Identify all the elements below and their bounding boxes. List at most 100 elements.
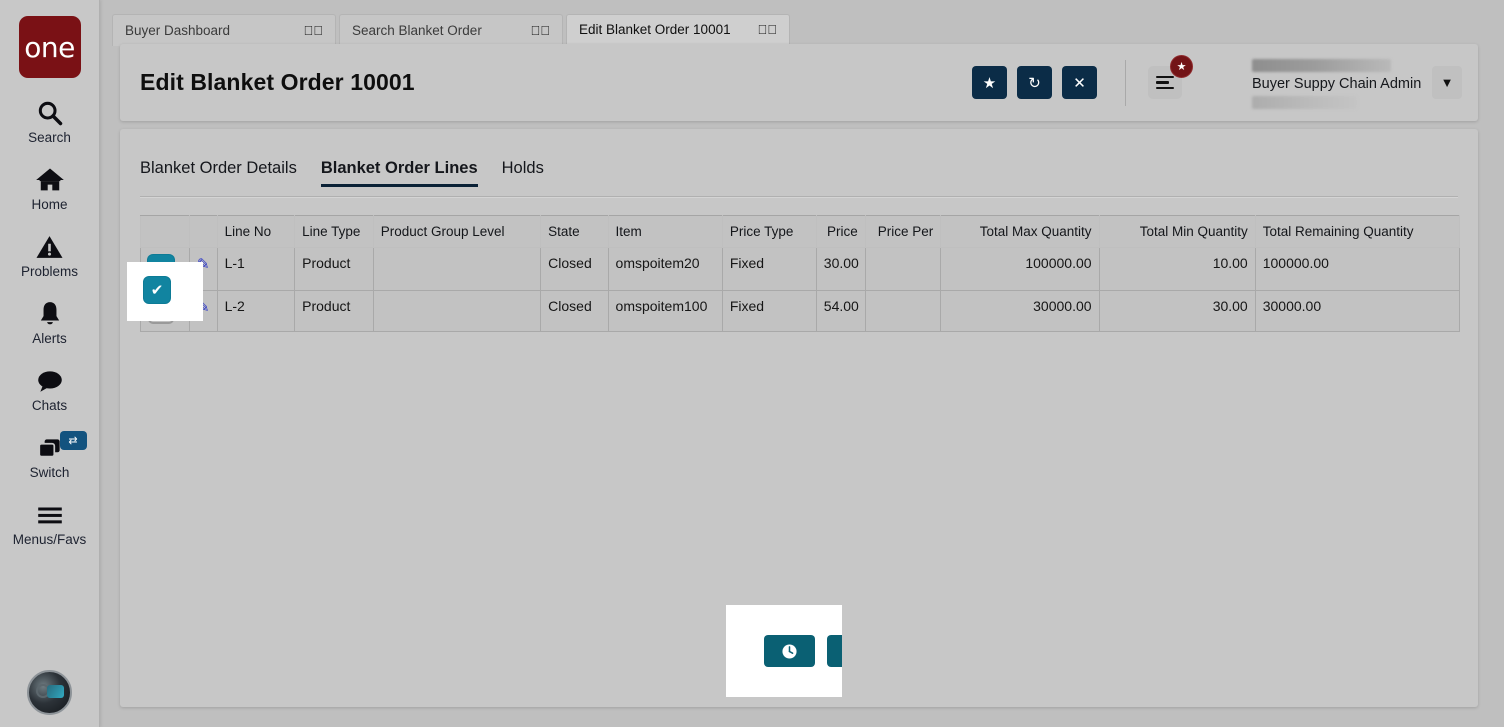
- tab-search-blanket-order[interactable]: Search Blanket Order ✖⃝: [339, 14, 563, 46]
- rail-label: Problems: [20, 264, 79, 279]
- cell-price-type: Fixed: [721, 290, 817, 332]
- rail-item-alerts[interactable]: Alerts: [0, 299, 100, 346]
- cell-line-type: Product: [294, 290, 374, 332]
- list-menu-button[interactable]: ★: [1148, 55, 1193, 99]
- redacted-bar-bottom: [1252, 95, 1357, 109]
- cell-line-no: L-1: [216, 247, 296, 291]
- cell-item: omspoitem20: [607, 247, 723, 291]
- app-root: one Search Home Problems Alerts Chats ⇄ …: [0, 0, 1504, 727]
- cell-product-group-level: [372, 247, 542, 291]
- favorite-button[interactable]: ★: [972, 66, 1007, 99]
- blanket-order-lines-table: Line No Line Type Product Group Level St…: [140, 215, 1461, 332]
- cell-total-max-quantity: 100000.00: [940, 247, 1100, 291]
- tab-blanket-order-details[interactable]: Blanket Order Details: [140, 159, 297, 187]
- rail-item-problems[interactable]: Problems: [0, 232, 100, 279]
- warning-triangle-icon: [35, 232, 64, 262]
- user-profile-block[interactable]: Buyer Suppy Chain Admin: [1244, 57, 1421, 109]
- highlighted-schedule-button[interactable]: [764, 635, 815, 667]
- star-icon: ★: [982, 74, 997, 92]
- schedule-button-highlighted[interactable]: [764, 635, 815, 667]
- rail-item-chats[interactable]: Chats: [0, 366, 100, 413]
- column-header-total-remaining-quantity[interactable]: Total Remaining Quantity: [1254, 215, 1461, 248]
- left-navigation-rail: one Search Home Problems Alerts Chats ⇄ …: [0, 0, 100, 727]
- cell-total-remaining-quantity: 30000.00: [1254, 290, 1461, 332]
- cell-line-type: Product: [294, 247, 374, 291]
- browser-tab-strip: Buyer Dashboard ✖⃝ Search Blanket Order …: [112, 14, 793, 46]
- table-header-row: Line No Line Type Product Group Level St…: [140, 215, 1461, 248]
- user-name-label: Buyer Suppy Chain Admin: [1252, 75, 1422, 92]
- column-header-item[interactable]: Item: [607, 215, 723, 248]
- column-header-select: [140, 215, 190, 248]
- column-header-price-type[interactable]: Price Type: [721, 215, 817, 248]
- rail-label: Search: [28, 130, 71, 145]
- tab-buyer-dashboard[interactable]: Buyer Dashboard ✖⃝: [112, 14, 336, 46]
- column-header-product-group-level[interactable]: Product Group Level: [372, 215, 542, 248]
- header-divider: [1125, 59, 1126, 106]
- column-header-line-type[interactable]: Line Type: [294, 215, 374, 248]
- column-header-edit: [189, 215, 218, 248]
- rail-item-search[interactable]: Search: [0, 98, 100, 145]
- pencil-edit-icon[interactable]: ✎: [197, 256, 210, 273]
- bell-icon: [37, 299, 63, 329]
- cell-total-min-quantity: 10.00: [1098, 247, 1256, 291]
- cell-state: Closed: [540, 290, 609, 332]
- close-circle-icon[interactable]: ✖⃝: [758, 22, 778, 37]
- table-row[interactable]: ✎ L-2 Product Closed omspoitem100 Fixed …: [140, 290, 1461, 332]
- star-badge-icon: ★: [1170, 55, 1193, 78]
- close-x-icon: ✕: [1073, 74, 1086, 92]
- clock-icon: [781, 643, 798, 660]
- highlighted-row-checkbox[interactable]: ✔: [144, 277, 170, 303]
- tab-blanket-order-lines[interactable]: Blanket Order Lines: [320, 159, 478, 187]
- user-avatar-image[interactable]: [27, 670, 72, 715]
- highlighted-copy-button-sliver[interactable]: [827, 635, 842, 667]
- avatar-detail-visor: [47, 685, 64, 698]
- column-header-state[interactable]: State: [540, 215, 609, 248]
- blanket-order-lines-table-wrapper: Line No Line Type Product Group Level St…: [140, 215, 1461, 332]
- header-action-group: ★ ↻ ✕ ★ Buyer Suppy Chain Admin ▼: [962, 55, 1478, 109]
- chat-bubble-icon: [35, 366, 65, 396]
- close-circle-icon[interactable]: ✖⃝: [304, 23, 324, 38]
- rail-label: Switch: [29, 465, 70, 480]
- page-title: Edit Blanket Order 10001: [140, 69, 415, 95]
- tab-edit-blanket-order[interactable]: Edit Blanket Order 10001 ✖⃝: [566, 14, 790, 46]
- column-header-total-min-quantity[interactable]: Total Min Quantity: [1098, 215, 1256, 248]
- cell-total-min-quantity: 30.00: [1098, 290, 1256, 332]
- tab-label: Edit Blanket Order 10001: [579, 22, 731, 37]
- close-circle-icon[interactable]: ✖⃝: [531, 23, 551, 38]
- list-menu-icon: [1156, 73, 1174, 93]
- user-menu-chevron-button[interactable]: ▼: [1432, 66, 1462, 99]
- column-header-price[interactable]: Price: [815, 215, 866, 248]
- page-header-card: Edit Blanket Order 10001 ★ ↻ ✕ ★ Buyer S…: [120, 44, 1478, 121]
- app-logo[interactable]: one: [18, 16, 81, 78]
- tab-holds[interactable]: Holds: [502, 159, 544, 187]
- column-header-line-no[interactable]: Line No: [216, 215, 296, 248]
- row-edit-cell[interactable]: ✎: [189, 247, 218, 291]
- table-row[interactable]: ✔ ✎ L-1 Product Closed omspoitem20 Fixed…: [140, 247, 1461, 291]
- refresh-icon: ↻: [1028, 74, 1041, 92]
- rail-label: Alerts: [32, 331, 67, 346]
- rail-item-home[interactable]: Home: [0, 165, 100, 212]
- cell-state: Closed: [540, 247, 609, 291]
- redacted-bar-top: [1252, 58, 1391, 72]
- column-header-total-max-quantity[interactable]: Total Max Quantity: [940, 215, 1100, 248]
- column-header-price-per[interactable]: Price Per: [864, 215, 942, 248]
- rail-item-switch[interactable]: ⇄ Switch: [0, 431, 100, 480]
- page-body-card: Blanket Order Details Blanket Order Line…: [120, 129, 1478, 707]
- pencil-edit-icon[interactable]: ✎: [197, 299, 210, 316]
- chevron-down-icon: ▼: [1440, 75, 1454, 90]
- search-icon: [36, 98, 64, 128]
- rail-label: Home: [31, 197, 68, 212]
- cell-price-per: [864, 247, 942, 291]
- row-edit-cell[interactable]: ✎: [189, 290, 218, 332]
- close-button[interactable]: ✕: [1062, 66, 1097, 99]
- rail-item-menus-favs[interactable]: Menus/Favs: [0, 500, 100, 547]
- refresh-button[interactable]: ↻: [1017, 66, 1052, 99]
- copy-button-left-edge[interactable]: [827, 635, 842, 667]
- tab-label: Search Blanket Order: [352, 23, 482, 38]
- row-checkbox-checked-highlighted[interactable]: ✔: [144, 277, 170, 303]
- swap-arrows-icon[interactable]: ⇄: [59, 431, 87, 450]
- cell-line-no: L-2: [216, 290, 296, 332]
- cell-price: 54.00: [815, 290, 866, 332]
- section-divider: [140, 196, 1458, 197]
- cell-total-remaining-quantity: 100000.00: [1254, 247, 1461, 291]
